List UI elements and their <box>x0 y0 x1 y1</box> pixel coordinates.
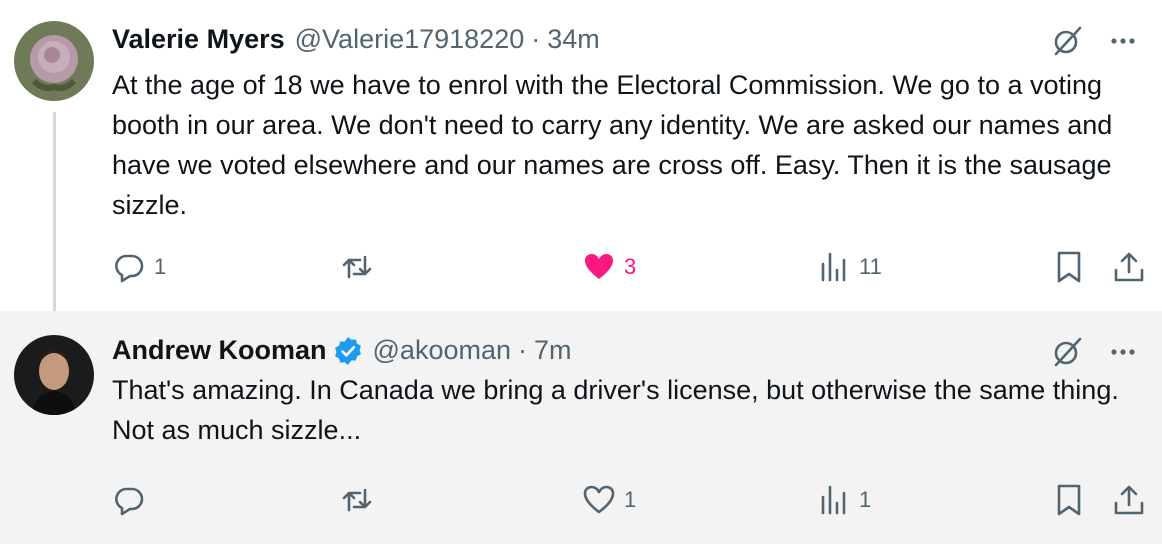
bookmark-button[interactable] <box>1052 250 1086 284</box>
grok-icon[interactable] <box>1050 335 1084 369</box>
author-name[interactable]: Valerie Myers <box>112 24 285 55</box>
views-icon <box>821 485 846 515</box>
retweet-button[interactable] <box>340 250 382 284</box>
more-icon[interactable] <box>1106 335 1140 369</box>
tweet-timestamp[interactable]: 7m <box>534 335 572 366</box>
thread-connector-line <box>53 112 56 311</box>
separator-dot: · <box>518 335 527 365</box>
author-name[interactable]: Andrew Kooman <box>112 335 327 366</box>
more-icon[interactable] <box>1106 24 1140 58</box>
author-handle[interactable]: @akooman <box>373 335 511 366</box>
bookmark-icon <box>1057 484 1081 516</box>
verified-badge-icon[interactable] <box>333 336 363 366</box>
tweet-actions: 1 3 11 <box>112 250 1148 290</box>
reply-button[interactable]: 1 <box>112 250 166 284</box>
avatar-valerie[interactable] <box>14 21 94 101</box>
reply-icon <box>115 254 144 283</box>
author-handle[interactable]: @Valerie17918220 <box>295 24 525 55</box>
reply-button[interactable] <box>112 483 154 517</box>
bookmark-icon <box>1057 251 1081 283</box>
views-button[interactable]: 11 <box>817 250 882 284</box>
like-icon-filled <box>585 254 613 279</box>
like-count: 3 <box>624 254 637 279</box>
share-button[interactable] <box>1112 483 1146 517</box>
like-count: 1 <box>624 487 637 512</box>
views-button[interactable]: 1 <box>817 483 871 517</box>
retweet-icon <box>342 255 372 279</box>
tweet-1[interactable]: Valerie Myers @Valerie17918220 · 34m At … <box>0 0 1162 311</box>
reply-icon <box>115 487 144 516</box>
share-icon <box>1114 485 1144 515</box>
retweet-button[interactable] <box>340 483 382 517</box>
tweet-top-actions <box>1050 24 1140 58</box>
share-button[interactable] <box>1112 250 1146 284</box>
tweet-top-actions <box>1050 335 1140 369</box>
views-icon <box>821 252 846 282</box>
bookmark-button[interactable] <box>1052 483 1086 517</box>
tweet-timestamp[interactable]: 34m <box>547 24 600 55</box>
tweet-header: Valerie Myers @Valerie17918220 · 34m <box>112 24 600 55</box>
separator-dot: · <box>531 24 541 54</box>
tweet-2[interactable]: Andrew Kooman @akooman · 7m That's amazi… <box>0 311 1162 544</box>
retweet-icon <box>342 488 372 512</box>
tweet-text: That's amazing. In Canada we bring a dri… <box>112 375 1119 445</box>
views-count: 1 <box>859 487 872 512</box>
tweet-header: Andrew Kooman @akooman · 7m <box>112 335 572 366</box>
share-icon <box>1114 252 1144 282</box>
like-button[interactable]: 3 <box>582 250 636 284</box>
like-button[interactable]: 1 <box>582 483 636 517</box>
tweet-actions: 1 1 <box>112 483 1148 523</box>
like-icon <box>583 485 615 514</box>
tweet-text: At the age of 18 we have to enrol with t… <box>112 70 1113 220</box>
avatar-andrew[interactable] <box>14 335 94 415</box>
views-count: 11 <box>859 254 882 279</box>
reply-count: 1 <box>154 254 167 279</box>
grok-icon[interactable] <box>1050 24 1084 58</box>
